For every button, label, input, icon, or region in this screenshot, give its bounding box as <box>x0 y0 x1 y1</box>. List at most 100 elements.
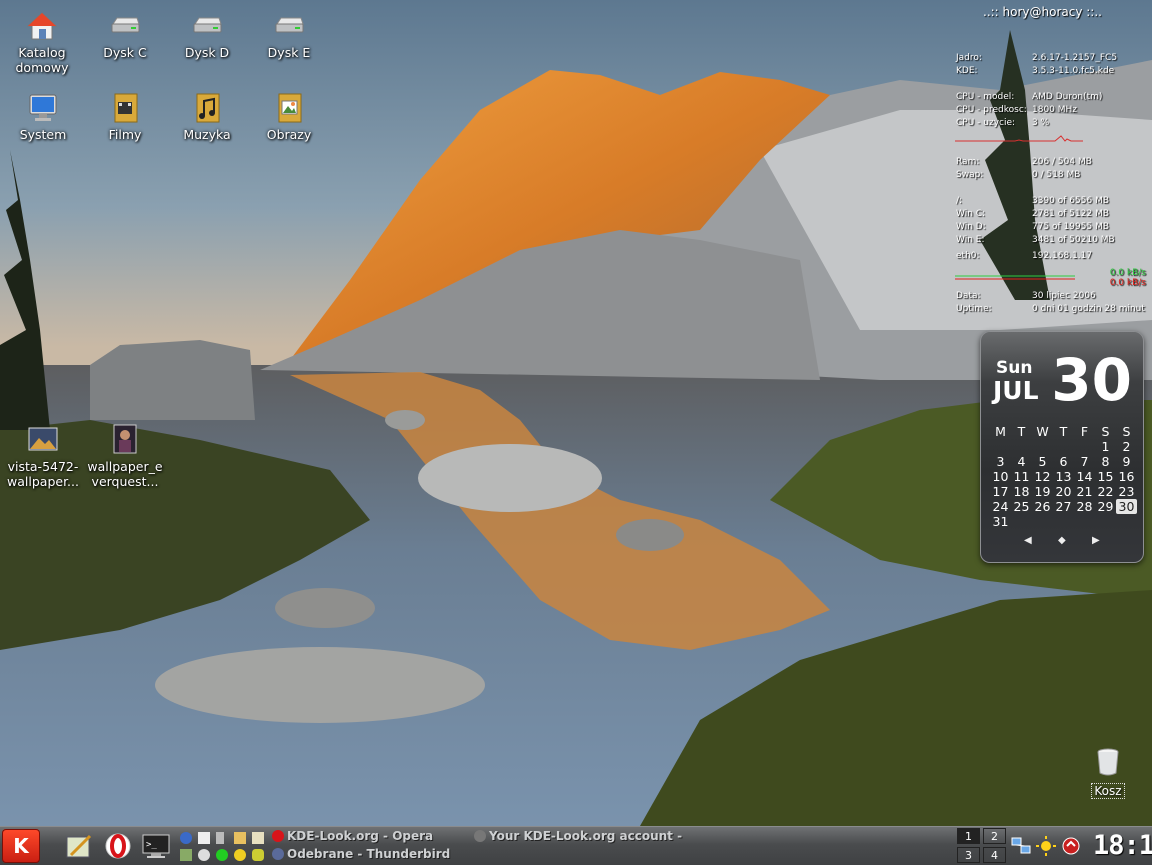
calendar-day[interactable]: 21 <box>1074 484 1095 499</box>
calendar-day[interactable] <box>1116 514 1137 529</box>
calendar-day[interactable]: 10 <box>990 469 1011 484</box>
pager-desktop-4[interactable]: 4 <box>983 847 1006 863</box>
desktop-icon-drive-d[interactable]: Dysk D <box>167 10 247 60</box>
calendar-day[interactable] <box>1053 439 1074 454</box>
calendar-day[interactable]: 29 <box>1095 499 1116 514</box>
images-folder-icon <box>278 93 302 123</box>
calendar-day[interactable]: 6 <box>1053 454 1074 469</box>
sysmon-value: 2.6.17-1.2157_FC5 <box>1032 53 1118 63</box>
pager-desktop-3[interactable]: 3 <box>957 847 980 863</box>
sysmon-value: 3 % <box>1032 118 1050 128</box>
mail-mini-icon[interactable] <box>252 832 264 844</box>
calendar-day[interactable]: 11 <box>1011 469 1032 484</box>
calendar-day[interactable]: 15 <box>1095 469 1116 484</box>
tools-mini-icon[interactable] <box>180 849 192 861</box>
pager-desktop-1[interactable]: 1 <box>957 828 980 844</box>
sysmon-row-kde: KDE: 3.5.3-11.0.fc5.kde <box>955 65 1150 78</box>
calendar-day[interactable] <box>1032 439 1053 454</box>
calendar-day[interactable]: 3 <box>990 454 1011 469</box>
desktop[interactable]: Katalog domowy Dysk C Dysk D Dysk E Syst… <box>0 0 1152 826</box>
calendar-day[interactable] <box>1053 514 1074 529</box>
desktop-icon-music[interactable]: Muzyka <box>167 92 247 142</box>
calendar-day[interactable] <box>1095 514 1116 529</box>
chat-mini-icon[interactable] <box>198 849 210 861</box>
desktop-icon-home[interactable]: Katalog domowy <box>2 10 82 75</box>
calendar-day[interactable]: 1 <box>1095 439 1116 454</box>
desktop-icon-everquest-wallpaper[interactable]: wallpaper_everquest... <box>85 424 165 489</box>
calendar-day[interactable]: 25 <box>1011 499 1032 514</box>
calendar-day[interactable]: 7 <box>1074 454 1095 469</box>
network-tray-icon[interactable] <box>1011 836 1031 856</box>
kmenu-button[interactable]: K <box>2 829 40 863</box>
calendar-day[interactable]: 31 <box>990 514 1011 529</box>
calendar-day[interactable] <box>1011 439 1032 454</box>
bell-mini-icon[interactable] <box>252 849 264 861</box>
desktop-icon-vista-wallpaper[interactable]: vista-5472-wallpaper... <box>3 424 83 489</box>
calendar-day[interactable]: 2 <box>1116 439 1137 454</box>
image-file-icon <box>113 424 137 454</box>
pager-desktop-2[interactable]: 2 <box>983 828 1006 844</box>
device-mini-icon[interactable] <box>216 832 224 844</box>
calendar-day[interactable]: 20 <box>1053 484 1074 499</box>
sysmon-key: Win D: <box>956 222 986 232</box>
calendar-weekday: Sun <box>996 358 1033 378</box>
text-editor-launcher-icon[interactable] <box>64 831 94 861</box>
desktop-icon-drive-e[interactable]: Dysk E <box>249 10 329 60</box>
task-thunderbird[interactable]: Odebrane - Thunderbird <box>272 846 450 863</box>
calendar-day[interactable]: 9 <box>1116 454 1137 469</box>
calendar-day[interactable]: 16 <box>1116 469 1137 484</box>
desktop-icon-label: vista-5472-wallpaper... <box>7 459 79 489</box>
calendar-today-icon[interactable]: ◆ <box>1058 535 1066 546</box>
calendar-day[interactable]: 24 <box>990 499 1011 514</box>
calendar-day[interactable]: 5 <box>1032 454 1053 469</box>
weekday-header: F <box>1080 424 1089 439</box>
calendar-day[interactable]: 28 <box>1074 499 1095 514</box>
task-opera-kde-look[interactable]: KDE-Look.org - Opera <box>272 828 433 845</box>
calendar-day[interactable]: 17 <box>990 484 1011 499</box>
desktop-icon-system[interactable]: System <box>3 92 83 142</box>
desktop-icon-label: Dysk D <box>184 45 230 60</box>
calendar-day[interactable]: 22 <box>1095 484 1116 499</box>
opera-launcher-icon[interactable] <box>103 831 133 861</box>
calendar-day[interactable]: 23 <box>1116 484 1137 499</box>
calendar-day[interactable]: 26 <box>1032 499 1053 514</box>
calendar-day-today[interactable]: 30 <box>1116 499 1137 514</box>
sysmon-row-uptime: Uptime: 0 dni 01 godzin 28 minut <box>955 303 1150 316</box>
package-mini-icon[interactable] <box>234 832 246 844</box>
sysmon-value: 3481 of 50210 MB <box>1032 235 1115 245</box>
clock[interactable]: 18:19 <box>1093 830 1152 862</box>
calendar-day[interactable] <box>1074 514 1095 529</box>
keyboard-mini-icon[interactable] <box>198 832 210 844</box>
weekday-header: S <box>1122 424 1131 439</box>
task-opera-account[interactable]: Your KDE-Look.org account - <box>474 828 682 845</box>
terminal-launcher-icon[interactable]: >_ <box>141 831 171 861</box>
calendar-day[interactable] <box>990 439 1011 454</box>
weekday-header: T <box>1059 424 1068 439</box>
calendar-day[interactable] <box>1074 439 1095 454</box>
weather-sun-tray-icon[interactable] <box>1036 836 1056 856</box>
desktop-icon-movies[interactable]: Filmy <box>85 92 165 142</box>
update-notifier-tray-icon[interactable] <box>1061 836 1081 856</box>
calendar-day[interactable] <box>1032 514 1053 529</box>
calendar-next-month-icon[interactable]: ▶ <box>1092 535 1100 546</box>
network-mini-icon[interactable] <box>180 832 192 844</box>
calendar-day[interactable]: 4 <box>1011 454 1032 469</box>
desktop-icon-trash[interactable]: Kosz <box>1088 748 1128 799</box>
calendar-day[interactable]: 12 <box>1032 469 1053 484</box>
calendar-day[interactable]: 13 <box>1053 469 1074 484</box>
calendar-day[interactable]: 27 <box>1053 499 1074 514</box>
calendar-day[interactable]: 14 <box>1074 469 1095 484</box>
image-file-icon <box>28 427 58 451</box>
monitor-icon <box>29 94 57 121</box>
calendar-day[interactable]: 19 <box>1032 484 1053 499</box>
calendar-day[interactable] <box>1011 514 1032 529</box>
calendar-day[interactable]: 8 <box>1095 454 1116 469</box>
sysmon-key: Uptime: <box>956 304 992 314</box>
calendar-prev-month-icon[interactable]: ◀ <box>1024 535 1032 546</box>
sun-mini-icon[interactable] <box>234 849 246 861</box>
calendar-day[interactable]: 18 <box>1011 484 1032 499</box>
desktop-icon-drive-c[interactable]: Dysk C <box>85 10 165 60</box>
info-mini-icon[interactable] <box>216 849 228 861</box>
desktop-icon-images[interactable]: Obrazy <box>249 92 329 142</box>
trash-label: Kosz <box>1091 783 1125 799</box>
